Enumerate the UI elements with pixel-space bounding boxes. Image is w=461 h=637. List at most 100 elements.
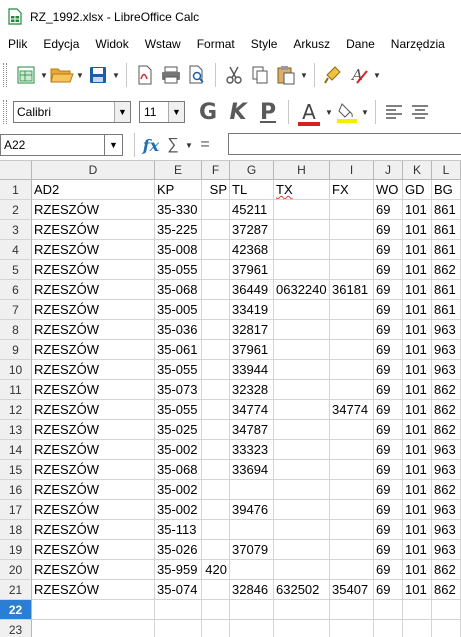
row-header[interactable]: 5 — [0, 260, 32, 280]
cell-f10[interactable] — [202, 360, 230, 380]
cell-e1[interactable]: KP — [155, 180, 202, 200]
function-wizard-icon[interactable]: fx — [140, 134, 162, 156]
copy-icon[interactable] — [247, 62, 273, 88]
cell-f5[interactable] — [202, 260, 230, 280]
column-header-g[interactable]: G — [230, 161, 274, 180]
column-header-k[interactable]: K — [403, 161, 432, 180]
cell-d4[interactable]: RZESZÓW — [32, 240, 155, 260]
cell-h3[interactable] — [274, 220, 330, 240]
paste-dropdown-icon[interactable]: ▼ — [299, 62, 309, 88]
cell-g7[interactable]: 33419 — [230, 300, 274, 320]
cell-j11[interactable]: 69 — [374, 380, 403, 400]
cell-f16[interactable] — [202, 480, 230, 500]
cell-d1[interactable]: AD2 — [32, 180, 155, 200]
cell-l6[interactable]: 861 — [432, 280, 461, 300]
cell-k2[interactable]: 101 — [403, 200, 432, 220]
cell-g16[interactable] — [230, 480, 274, 500]
cell-k7[interactable]: 101 — [403, 300, 432, 320]
font-color-dropdown-icon[interactable]: ▼ — [324, 99, 334, 125]
spreadsheet-grid[interactable]: D E F G H I J K L 1 AD2 KP SP TL TX FX WO GD BG 2 RZESZÓW 35-… — [0, 160, 461, 637]
cell-e18[interactable]: 35-113 — [155, 520, 202, 540]
cell-i21[interactable]: 35407 — [330, 580, 374, 600]
cell-g12[interactable]: 34774 — [230, 400, 274, 420]
cell-i18[interactable] — [330, 520, 374, 540]
align-left-icon[interactable] — [381, 99, 407, 125]
cell-l14[interactable]: 963 — [432, 440, 461, 460]
cell-f6[interactable] — [202, 280, 230, 300]
column-header-f[interactable]: F — [202, 161, 230, 180]
cell-d23[interactable] — [32, 620, 155, 637]
cell-e4[interactable]: 35-008 — [155, 240, 202, 260]
cell-e14[interactable]: 35-002 — [155, 440, 202, 460]
cell-reference[interactable]: A22 — [1, 138, 104, 152]
cell-l5[interactable]: 862 — [432, 260, 461, 280]
cell-k1[interactable]: GD — [403, 180, 432, 200]
cell-i20[interactable] — [330, 560, 374, 580]
cell-k13[interactable]: 101 — [403, 420, 432, 440]
cell-j13[interactable]: 69 — [374, 420, 403, 440]
cell-d11[interactable]: RZESZÓW — [32, 380, 155, 400]
cell-f2[interactable] — [202, 200, 230, 220]
cell-e13[interactable]: 35-025 — [155, 420, 202, 440]
cell-k12[interactable]: 101 — [403, 400, 432, 420]
row-header[interactable]: 16 — [0, 480, 32, 500]
cell-k3[interactable]: 101 — [403, 220, 432, 240]
menu-narzedzia[interactable]: Narzędzia — [383, 37, 453, 51]
highlight-dropdown-icon[interactable]: ▼ — [360, 99, 370, 125]
font-size-box[interactable]: 11 ▼ — [139, 101, 185, 123]
paste-icon[interactable] — [273, 62, 299, 88]
clear-formatting-icon[interactable]: A — [346, 62, 372, 88]
cell-d9[interactable]: RZESZÓW — [32, 340, 155, 360]
cell-f8[interactable] — [202, 320, 230, 340]
cell-h2[interactable] — [274, 200, 330, 220]
print-icon[interactable] — [158, 62, 184, 88]
cell-d18[interactable]: RZESZÓW — [32, 520, 155, 540]
cell-k11[interactable]: 101 — [403, 380, 432, 400]
cell-k19[interactable]: 101 — [403, 540, 432, 560]
row-header[interactable]: 7 — [0, 300, 32, 320]
cell-i23[interactable] — [330, 620, 374, 637]
cell-f23[interactable] — [202, 620, 230, 637]
row-header[interactable]: 20 — [0, 560, 32, 580]
cell-j15[interactable]: 69 — [374, 460, 403, 480]
menu-plik[interactable]: Plik — [0, 37, 35, 51]
cell-e17[interactable]: 35-002 — [155, 500, 202, 520]
cell-e11[interactable]: 35-073 — [155, 380, 202, 400]
cell-j18[interactable]: 69 — [374, 520, 403, 540]
font-name-value[interactable]: Calibri — [14, 105, 114, 119]
cell-g9[interactable]: 37961 — [230, 340, 274, 360]
align-center-icon[interactable] — [407, 99, 433, 125]
cell-d20[interactable]: RZESZÓW — [32, 560, 155, 580]
cell-d8[interactable]: RZESZÓW — [32, 320, 155, 340]
cell-g13[interactable]: 34787 — [230, 420, 274, 440]
row-header[interactable]: 18 — [0, 520, 32, 540]
row-header[interactable]: 4 — [0, 240, 32, 260]
cell-k14[interactable]: 101 — [403, 440, 432, 460]
cell-i2[interactable] — [330, 200, 374, 220]
row-header[interactable]: 17 — [0, 500, 32, 520]
cell-i17[interactable] — [330, 500, 374, 520]
cell-g1[interactable]: TL — [230, 180, 274, 200]
column-header-i[interactable]: I — [330, 161, 374, 180]
cell-g20[interactable] — [230, 560, 274, 580]
font-size-value[interactable]: 11 — [140, 105, 168, 119]
cell-l20[interactable]: 862 — [432, 560, 461, 580]
column-header-h[interactable]: H — [274, 161, 330, 180]
cell-g4[interactable]: 42368 — [230, 240, 274, 260]
cell-g19[interactable]: 37079 — [230, 540, 274, 560]
cell-e9[interactable]: 35-061 — [155, 340, 202, 360]
column-header-j[interactable]: J — [374, 161, 403, 180]
cell-d19[interactable]: RZESZÓW — [32, 540, 155, 560]
row-header[interactable]: 1 — [0, 180, 32, 200]
cell-f18[interactable] — [202, 520, 230, 540]
cell-l7[interactable]: 861 — [432, 300, 461, 320]
cell-i13[interactable] — [330, 420, 374, 440]
cell-e23[interactable] — [155, 620, 202, 637]
cell-k20[interactable]: 101 — [403, 560, 432, 580]
cell-l12[interactable]: 862 — [432, 400, 461, 420]
export-pdf-icon[interactable] — [132, 62, 158, 88]
cell-g23[interactable] — [230, 620, 274, 637]
cell-l11[interactable]: 862 — [432, 380, 461, 400]
cell-j10[interactable]: 69 — [374, 360, 403, 380]
cell-i3[interactable] — [330, 220, 374, 240]
